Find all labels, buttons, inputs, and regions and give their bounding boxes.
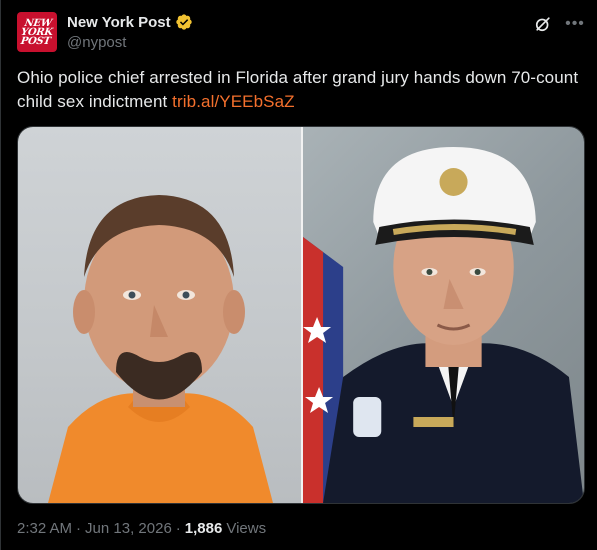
author-info: New York Post @nypost xyxy=(67,13,193,51)
header-actions: ••• xyxy=(533,14,585,34)
meta-separator: · xyxy=(175,520,181,537)
tweet-header: NEW YORK POST New York Post @nypost ••• xyxy=(17,12,585,52)
tweet[interactable]: NEW YORK POST New York Post @nypost ••• Oh… xyxy=(0,0,597,550)
avatar[interactable]: NEW YORK POST xyxy=(17,12,57,52)
author-display-name[interactable]: New York Post xyxy=(67,14,171,31)
grok-icon[interactable] xyxy=(533,14,553,34)
meta-separator: · xyxy=(76,520,82,537)
tweet-link[interactable]: trib.al/YEEbSaZ xyxy=(172,92,294,111)
verified-badge-icon[interactable] xyxy=(175,13,193,31)
tweet-date[interactable]: Jun 13, 2026 xyxy=(85,520,172,537)
chief-portrait-photo[interactable] xyxy=(303,127,584,503)
new-york-post-logo: NEW YORK POST xyxy=(20,17,54,47)
author-handle[interactable]: @nypost xyxy=(67,34,193,51)
tweet-time[interactable]: 2:32 AM xyxy=(17,520,72,537)
tweet-body: Ohio police chief arrested in Florida af… xyxy=(17,68,579,111)
chief-portrait-illustration xyxy=(303,147,584,503)
tweet-media[interactable] xyxy=(17,126,585,504)
more-options-icon[interactable]: ••• xyxy=(565,14,585,34)
tweet-metadata: 2:32 AM · Jun 13, 2026 · 1,886 Views xyxy=(17,520,266,537)
views-label: Views xyxy=(226,520,267,537)
tweet-text: Ohio police chief arrested in Florida af… xyxy=(17,66,582,114)
mugshot-photo[interactable] xyxy=(18,127,301,503)
views-count[interactable]: 1,886 xyxy=(185,520,223,537)
mugshot-illustration xyxy=(48,195,273,503)
